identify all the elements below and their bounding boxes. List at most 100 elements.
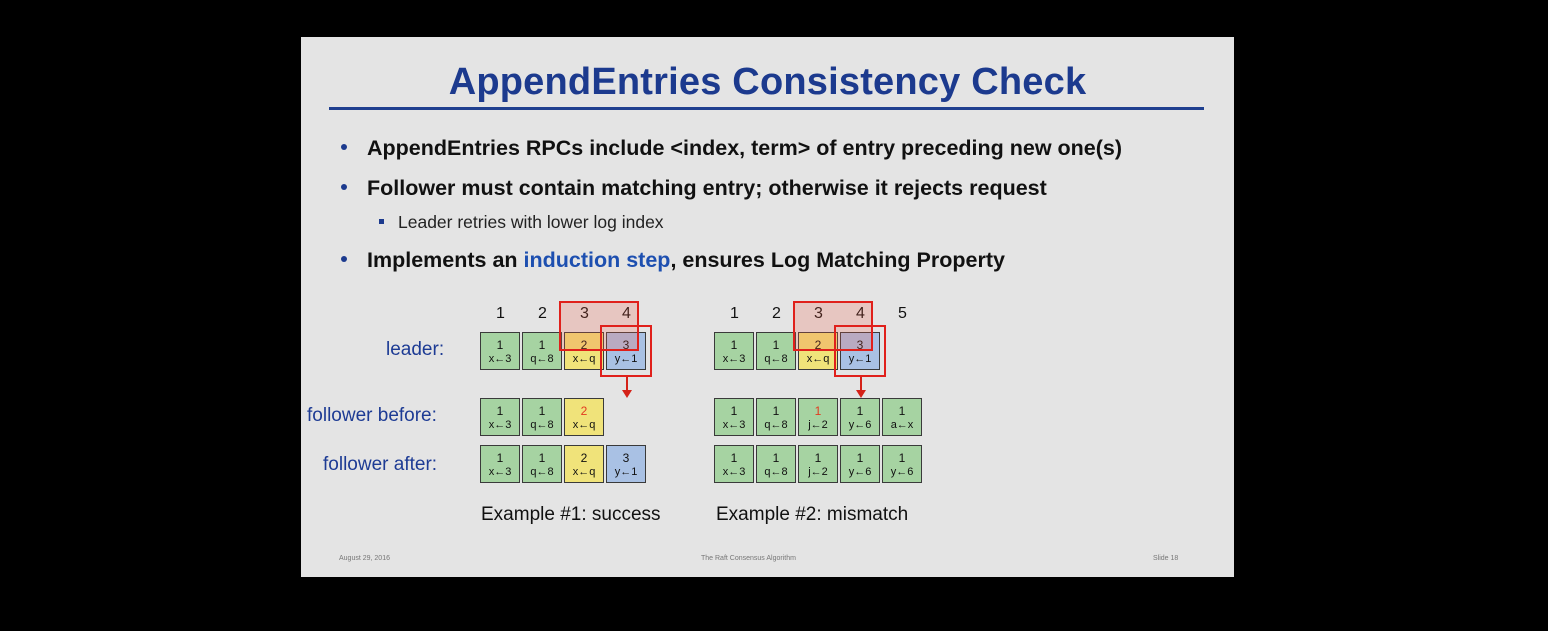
entry-command: q←8 — [530, 466, 554, 478]
entry-term: 2 — [580, 404, 588, 418]
log-entry: 1 y←6 — [840, 445, 880, 483]
log-index-label: 5 — [898, 305, 907, 322]
entry-command: q←8 — [530, 419, 554, 431]
entry-command: q←8 — [530, 353, 554, 365]
arrow-down-icon — [622, 390, 632, 398]
leader-row-label: leader: — [386, 339, 445, 360]
entry-command: a←x — [890, 419, 914, 431]
log-entry: 1 q←8 — [756, 398, 796, 436]
log-entry: 1 j←2 — [798, 445, 838, 483]
log-entry: 1 x←3 — [480, 332, 520, 370]
entry-term: 1 — [496, 404, 504, 418]
bullet-2: Follower must contain matching entry; ot… — [341, 176, 1047, 201]
log-index-label: 2 — [538, 305, 547, 322]
entry-command: y←6 — [848, 466, 872, 478]
entry-command: x←3 — [722, 419, 746, 431]
entry-command: x←3 — [488, 353, 512, 365]
entry-term: 1 — [814, 451, 822, 465]
bullet-3-highlight: induction step — [523, 248, 671, 272]
bullet-1: AppendEntries RPCs include <index, term>… — [341, 136, 1122, 161]
log-entry: 1 x←3 — [714, 445, 754, 483]
entry-term: 1 — [730, 451, 738, 465]
bullet-3-post: , ensures Log Matching Property — [670, 248, 1005, 272]
entry-command: q←8 — [764, 419, 788, 431]
bullet-3-pre: Implements an — [367, 248, 524, 272]
entry-term: 1 — [898, 404, 906, 418]
entry-term: 1 — [730, 338, 738, 352]
entry-term: 1 — [772, 338, 780, 352]
slide-title: AppendEntries Consistency Check — [448, 61, 1087, 103]
entry-command: x←q — [572, 353, 596, 365]
entry-command: y←1 — [614, 466, 638, 478]
entry-term: 1 — [856, 451, 864, 465]
entry-command: x←3 — [722, 353, 746, 365]
log-index-label: 2 — [772, 305, 781, 322]
entry-command: x←q — [572, 466, 596, 478]
log-entry: 1 q←8 — [756, 445, 796, 483]
follower-before-row-label: follower before: — [307, 405, 437, 426]
footer-slide-number: Slide 18 — [1153, 555, 1179, 562]
entry-command: x←q — [806, 353, 830, 365]
sub-bullet-text: Leader retries with lower log index — [398, 212, 664, 232]
footer-date: August 29, 2016 — [339, 555, 390, 562]
highlight-box-entry — [834, 325, 886, 377]
entry-command: x←q — [572, 419, 596, 431]
log-entry: 1 q←8 — [756, 332, 796, 370]
arrow-shaft — [860, 377, 862, 391]
bullet-3: Implements an induction step, ensures Lo… — [341, 248, 1005, 273]
entry-term: 1 — [814, 404, 822, 418]
entry-command: x←3 — [488, 466, 512, 478]
entry-term: 3 — [622, 451, 630, 465]
log-entry: 1 y←6 — [840, 398, 880, 436]
bullet-dot-icon — [341, 184, 347, 191]
log-entry: 1 j←2 — [798, 398, 838, 436]
entry-term: 1 — [772, 451, 780, 465]
log-entry: 1 q←8 — [522, 398, 562, 436]
slide: AppendEntries Consistency Check AppendEn… — [301, 37, 1234, 577]
entry-command: x←3 — [722, 466, 746, 478]
entry-command: y←6 — [848, 419, 872, 431]
entry-command: j←2 — [808, 466, 828, 478]
entry-command: q←8 — [764, 466, 788, 478]
log-entry: 1 x←3 — [714, 332, 754, 370]
follower-after-row-label: follower after: — [323, 454, 438, 475]
entry-term: 1 — [898, 451, 906, 465]
arrow-shaft — [626, 377, 628, 391]
caption-example-1: Example #1: success — [481, 504, 661, 525]
entry-command: y←6 — [890, 466, 914, 478]
sub-bullet-square-icon — [379, 218, 384, 224]
footer-title: The Raft Consensus Algorithm — [701, 555, 796, 562]
log-entry: 1 y←6 — [882, 445, 922, 483]
arrow-down-icon — [856, 390, 866, 398]
entry-term: 2 — [580, 451, 588, 465]
log-entry: 3 y←1 — [606, 445, 646, 483]
log-entry: 2 x←q — [564, 398, 604, 436]
log-entry: 1 x←3 — [480, 398, 520, 436]
log-entry: 1 a←x — [882, 398, 922, 436]
bullet-dot-icon — [341, 256, 347, 263]
caption-example-2: Example #2: mismatch — [716, 504, 909, 525]
log-entry: 2 x←q — [564, 445, 604, 483]
log-entry: 1 x←3 — [714, 398, 754, 436]
bullet-2-text: Follower must contain matching entry; ot… — [367, 176, 1047, 200]
log-index-label: 1 — [730, 305, 739, 322]
entry-term: 1 — [772, 404, 780, 418]
entry-term: 1 — [496, 451, 504, 465]
entry-command: j←2 — [808, 419, 828, 431]
log-entry: 1 q←8 — [522, 332, 562, 370]
entry-command: q←8 — [764, 353, 788, 365]
entry-term: 1 — [856, 404, 864, 418]
log-entry: 1 x←3 — [480, 445, 520, 483]
highlight-box-entry — [600, 325, 652, 377]
entry-term: 1 — [496, 338, 504, 352]
title-underline — [329, 107, 1204, 110]
bullet-1-text: AppendEntries RPCs include <index, term>… — [367, 136, 1123, 160]
entry-term: 1 — [538, 451, 546, 465]
bullet-dot-icon — [341, 144, 347, 151]
entry-term: 1 — [730, 404, 738, 418]
entry-command: x←3 — [488, 419, 512, 431]
entry-term: 1 — [538, 404, 546, 418]
sub-bullet: Leader retries with lower log index — [379, 212, 664, 233]
log-entry: 1 q←8 — [522, 445, 562, 483]
log-index-label: 1 — [496, 305, 505, 322]
